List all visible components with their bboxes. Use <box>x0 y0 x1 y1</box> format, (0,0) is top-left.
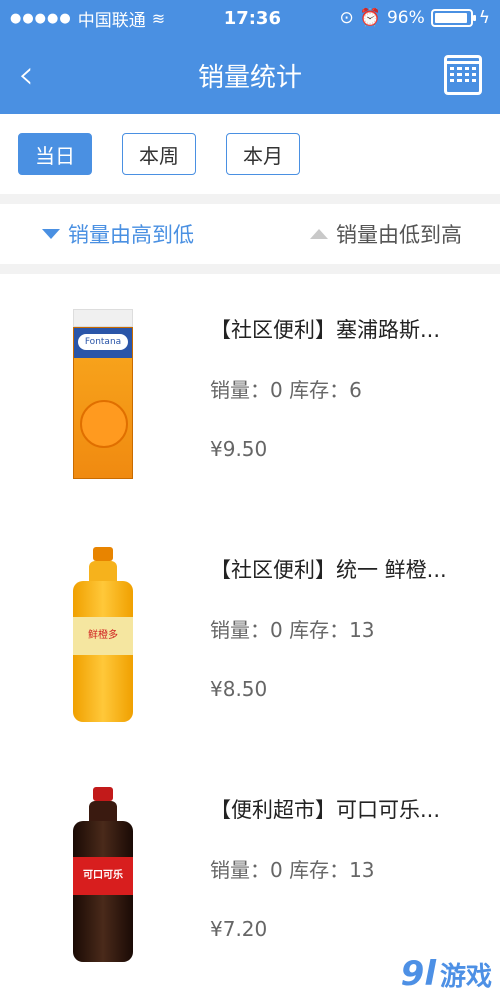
watermark-badge: 9l <box>400 954 436 994</box>
status-time: 17:36 <box>223 7 281 29</box>
sort-asc-label: 销量由低到高 <box>336 223 462 247</box>
orange-juice-carton-icon: Fontana <box>73 309 133 479</box>
calendar-icon[interactable] <box>444 55 482 95</box>
product-stats: 销量：0 库存：13 <box>210 858 375 882</box>
list-item[interactable]: Fontana 【社区便利】塞浦路斯... 销量：0 库存：6 ¥9.50 <box>0 274 500 514</box>
signal-strength-icon: ●●●●● <box>10 10 72 26</box>
list-item[interactable]: 鲜橙多 【社区便利】统一 鲜橙... 销量：0 库存：13 ¥8.50 <box>0 514 500 754</box>
status-bar: ●●●●● 中国联通 ≋ 17:36 ⊙ ⏰ 96% ϟ <box>0 0 500 36</box>
product-image: 可口可乐 <box>18 774 188 974</box>
wifi-icon: ≋ <box>151 8 166 28</box>
page-title: 销量统计 <box>197 62 302 93</box>
divider <box>0 264 500 274</box>
product-stats: 销量：0 库存：13 <box>210 618 375 642</box>
product-image: 鲜橙多 <box>18 534 188 734</box>
product-price: ¥8.50 <box>210 677 268 701</box>
filter-month-button[interactable]: 本月 <box>226 133 300 175</box>
product-title: 【社区便利】统一 鲜橙... <box>210 558 447 582</box>
battery-percent: 96% <box>386 8 425 28</box>
filter-today-button[interactable]: 当日 <box>18 133 92 175</box>
sort-bar: 销量由高到低 销量由低到高 <box>0 204 500 264</box>
alarm-icon: ⏰ <box>359 8 381 28</box>
product-price: ¥9.50 <box>210 437 268 461</box>
product-price: ¥7.20 <box>210 917 268 941</box>
sort-desc-label: 销量由高到低 <box>68 223 194 247</box>
product-image: Fontana <box>18 294 188 494</box>
carrier-name: 中国联通 <box>77 10 146 31</box>
period-filter-bar: 当日 本周 本月 <box>0 114 500 194</box>
site-watermark-logo: 9l 游戏 <box>401 954 492 994</box>
battery-icon <box>430 9 476 27</box>
rotation-lock-icon: ⊙ <box>339 8 354 28</box>
orange-drink-bottle-icon: 鲜橙多 <box>73 546 133 722</box>
sort-desc-button[interactable]: 销量由高到低 <box>42 219 194 249</box>
product-title: 【便利超市】可口可乐... <box>210 798 441 822</box>
product-title: 【社区便利】塞浦路斯... <box>210 318 441 342</box>
sort-asc-button[interactable]: 销量由低到高 <box>310 219 462 249</box>
cola-bottle-icon: 可口可乐 <box>73 786 133 962</box>
divider <box>0 194 500 204</box>
watermark-text: 游戏 <box>439 961 492 992</box>
nav-bar: ‹ 销量统计 <box>0 36 500 114</box>
chevron-left-icon[interactable]: ‹ <box>18 55 34 95</box>
triangle-up-icon <box>310 229 328 239</box>
product-list: Fontana 【社区便利】塞浦路斯... 销量：0 库存：6 ¥9.50 鲜橙… <box>0 274 500 994</box>
filter-week-button[interactable]: 本周 <box>122 133 196 175</box>
product-stats: 销量：0 库存：6 <box>210 378 362 402</box>
charging-icon: ϟ <box>478 8 490 28</box>
triangle-down-icon <box>42 229 60 239</box>
